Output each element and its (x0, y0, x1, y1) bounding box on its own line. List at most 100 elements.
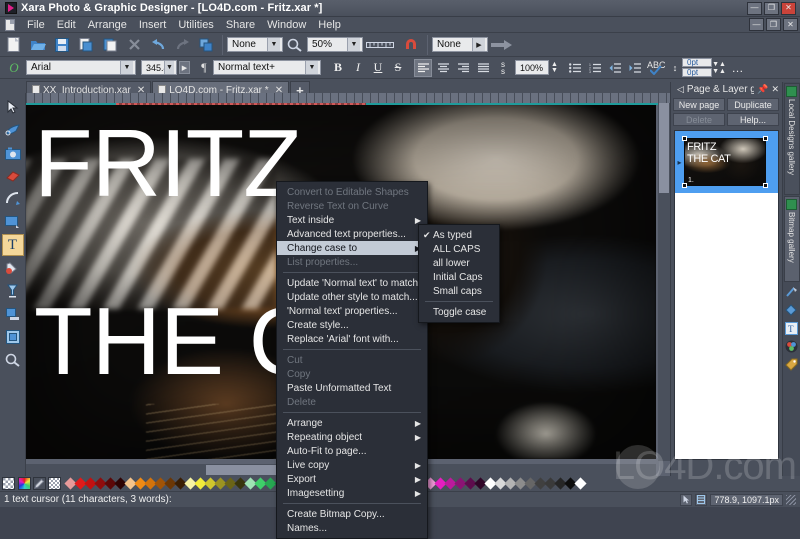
context-menu-item[interactable]: Names... (277, 521, 427, 535)
colour-picker-icon[interactable] (33, 477, 46, 490)
gallery-list[interactable]: ▸ FRITZ THE CAT 1. (674, 130, 779, 460)
duplicate-icon[interactable] (195, 35, 217, 55)
context-menu-item[interactable]: Imagesetting ▶ (277, 486, 427, 500)
context-menu-item[interactable]: Create style... (277, 318, 427, 332)
layer-combo[interactable]: None ▶ (432, 37, 488, 52)
chevron-down-icon[interactable]: ▼ (267, 38, 280, 51)
scale-stepper[interactable]: ▲ ▼ (550, 59, 559, 77)
context-menu-item[interactable]: Change case to▶ (277, 241, 427, 255)
context-menu-item[interactable]: Arrange ▶ (277, 416, 427, 430)
ruler-icon[interactable] (364, 35, 398, 55)
text-style-combo[interactable]: Normal text+ ▼ (213, 60, 321, 75)
zoom-combo[interactable]: 50% ▼ (307, 37, 363, 52)
colour-editor-icon[interactable] (18, 477, 31, 490)
toolbar-overflow-button[interactable]: … (729, 59, 747, 77)
menu-item-insert[interactable]: Insert (133, 18, 173, 32)
expander-icon[interactable]: ▸ (675, 158, 684, 167)
font-gallery-icon[interactable]: T (784, 320, 800, 336)
selection-handle[interactable] (682, 136, 687, 141)
context-menu-item[interactable]: 'Normal text' properties... (277, 304, 427, 318)
name-combo[interactable]: None ▼ (227, 37, 283, 52)
selection-handle[interactable] (763, 183, 768, 188)
selector-tool-icon[interactable] (2, 96, 24, 118)
arrow-cursor-icon[interactable] (680, 493, 693, 506)
align-right-button[interactable] (454, 59, 472, 77)
shape-editor-tool-icon[interactable] (2, 119, 24, 141)
new-document-icon[interactable] (3, 35, 25, 55)
align-justify-button[interactable] (474, 59, 492, 77)
spellcheck-button[interactable]: ABC (646, 59, 668, 77)
menu-item-help[interactable]: Help (312, 18, 347, 32)
delete-icon[interactable] (123, 35, 145, 55)
chevron-down-icon[interactable]: ▼ (164, 61, 174, 74)
colour-swatch[interactable] (573, 477, 587, 490)
bullet-list-button[interactable] (566, 59, 584, 77)
submenu-item[interactable]: ALL CAPS (419, 242, 499, 256)
change-case-submenu[interactable]: ✔ As typed ALL CAPS all lower Initial Caps Sm… (418, 224, 500, 323)
horizontal-scroll-thumb[interactable] (206, 465, 286, 475)
open-document-icon[interactable] (27, 35, 49, 55)
photo-tool-icon[interactable] (2, 142, 24, 164)
menu-item-window[interactable]: Window (261, 18, 312, 32)
chevron-right-icon[interactable]: ▶ (472, 38, 485, 51)
doc-close-button[interactable]: ✕ (783, 18, 798, 31)
fill-gallery-icon[interactable] (784, 302, 800, 318)
kern-combo-bottom[interactable]: 0pt (682, 68, 712, 77)
menu-item-edit[interactable]: Edit (51, 18, 82, 32)
submenu-item[interactable]: ✔ As typed (419, 228, 499, 242)
doc-minimize-button[interactable]: — (749, 18, 764, 31)
page-thumbnail[interactable]: FRITZ THE CAT 1. (682, 136, 768, 188)
align-left-button[interactable] (414, 58, 432, 77)
underline-button[interactable]: U (369, 59, 387, 77)
font-size-combo[interactable]: 345.47 ▼ (141, 60, 177, 75)
gallery-prev-icon[interactable]: ◁ (677, 84, 684, 95)
bevel-tool-icon[interactable] (2, 326, 24, 348)
kern-combo-top[interactable]: 0pt (682, 58, 712, 67)
italic-button[interactable]: I (349, 59, 367, 77)
submenu-item[interactable]: all lower (419, 256, 499, 270)
menu-item-share[interactable]: Share (220, 18, 261, 32)
save-document-icon[interactable] (51, 35, 73, 55)
new-page-button[interactable]: New page (673, 98, 725, 111)
doc-restore-button[interactable]: ❐ (766, 18, 781, 31)
bold-button[interactable]: B (329, 59, 347, 77)
font-family-combo[interactable]: Arial ▼ (26, 60, 136, 75)
strikethrough-button[interactable]: S (389, 59, 407, 77)
help-button[interactable]: Help... (727, 113, 779, 126)
menu-item-utilities[interactable]: Utilities (172, 18, 219, 32)
local-designs-gallery-tab[interactable]: Local Designs gallery (783, 83, 800, 195)
align-center-button[interactable] (434, 59, 452, 77)
context-menu-item[interactable]: Repeating object ▶ (277, 430, 427, 444)
transparent-swatch[interactable] (48, 477, 61, 490)
paste-document-icon[interactable] (99, 35, 121, 55)
numbered-list-button[interactable]: 123 (586, 59, 604, 77)
gallery-page-row[interactable]: ▸ FRITZ THE CAT 1. (675, 131, 778, 193)
vertical-scroll-thumb[interactable] (659, 103, 669, 193)
context-menu-item[interactable]: Paste Unformatted Text (277, 381, 427, 395)
context-menu-item[interactable]: Export ▶ (277, 472, 427, 486)
freehand-tool-icon[interactable] (2, 188, 24, 210)
fill-tool-icon[interactable] (2, 257, 24, 279)
page-icon[interactable] (695, 493, 708, 506)
context-menu-item[interactable]: Advanced text properties... (277, 227, 427, 241)
duplicate-button[interactable]: Duplicate (727, 98, 779, 111)
menu-item-file[interactable]: File (21, 18, 51, 32)
text-scale-combo[interactable]: 100% (515, 60, 549, 75)
rectangle-tool-icon[interactable] (2, 211, 24, 233)
eraser-tool-icon[interactable] (2, 165, 24, 187)
context-menu-item[interactable]: Replace 'Arial' font with... (277, 332, 427, 346)
resize-grip-icon[interactable] (786, 494, 796, 505)
zoom-tool-icon[interactable] (2, 349, 24, 371)
kern-steppers[interactable]: ▼▲ ▼▲ (712, 59, 726, 77)
context-menu-item[interactable]: Update 'Normal text' to match (277, 276, 427, 290)
text-tool-icon[interactable]: T (1, 234, 24, 256)
undo-icon[interactable] (147, 35, 169, 55)
submenu-item[interactable]: Small caps (419, 284, 499, 298)
decrease-indent-button[interactable] (606, 59, 624, 77)
context-menu-item[interactable]: Live copy ▶ (277, 458, 427, 472)
text-context-menu[interactable]: Convert to Editable Shapes Reverse Text o… (276, 181, 428, 539)
redo-icon[interactable] (171, 35, 193, 55)
vertical-scrollbar[interactable] (658, 103, 670, 461)
magnet-snap-icon[interactable] (400, 35, 422, 55)
font-size-apply-button[interactable]: ▶ (178, 58, 191, 78)
